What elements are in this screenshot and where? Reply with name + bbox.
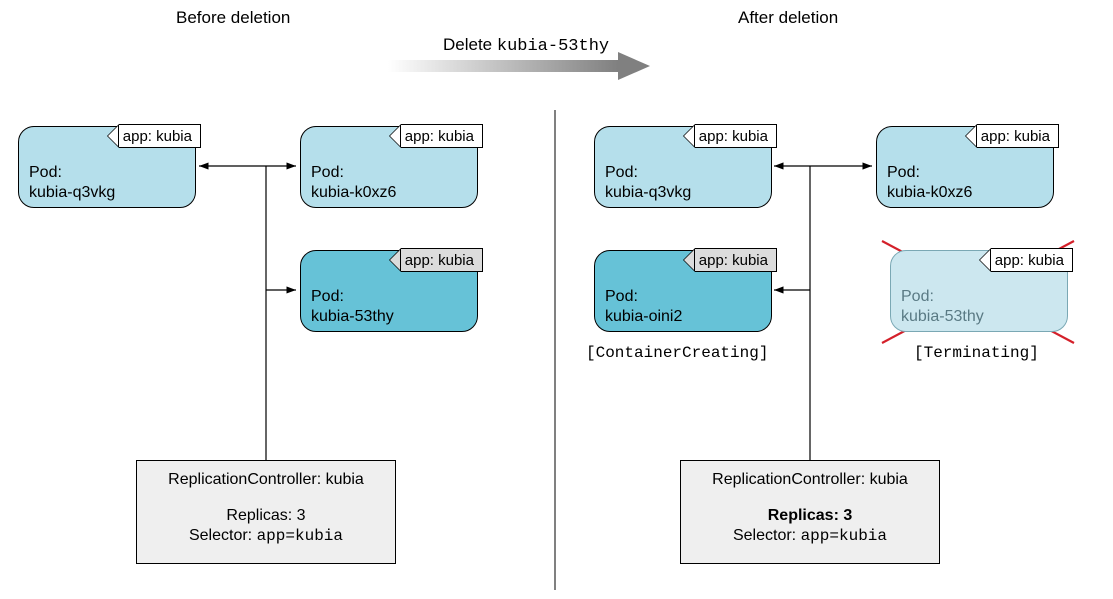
- pod-label-text: app: kubia: [977, 124, 1059, 148]
- pod-label-text: app: kubia: [695, 248, 777, 272]
- action-arrow: [388, 52, 650, 80]
- pod-before-q3vkg: app: kubia Pod: kubia-q3vkg: [18, 126, 196, 208]
- rc-before: ReplicationController: kubia Replicas: 3…: [136, 460, 396, 564]
- delete-pod-name: kubia-53thy: [497, 37, 609, 56]
- pod-label-text: app: kubia: [119, 124, 201, 148]
- title-after: After deletion: [738, 8, 838, 28]
- rc-replicas: Replicas: 3: [137, 507, 395, 525]
- pod-after-k0xz6: app: kubia Pod: kubia-k0xz6: [876, 126, 1054, 208]
- status-creating: [ContainerCreating]: [586, 344, 768, 362]
- pod-label-tag: app: kubia: [389, 248, 483, 272]
- pod-before-k0xz6: app: kubia Pod: kubia-k0xz6: [300, 126, 478, 208]
- pod-label-tag: app: kubia: [389, 124, 483, 148]
- pod-before-53thy: app: kubia Pod: kubia-53thy: [300, 250, 478, 332]
- pod-label-tag: app: kubia: [107, 124, 201, 148]
- left-connectors: [199, 166, 296, 460]
- status-terminating: [Terminating]: [914, 344, 1039, 362]
- pod-after-oini2: app: kubia Pod: kubia-oini2: [594, 250, 772, 332]
- rc-title: ReplicationController: kubia: [137, 471, 395, 489]
- pod-label-tag: app: kubia: [979, 248, 1073, 272]
- right-connectors: [774, 166, 872, 460]
- pod-label-tag: app: kubia: [965, 124, 1059, 148]
- rc-after: ReplicationController: kubia Replicas: 3…: [680, 460, 940, 564]
- pod-label-tag: app: kubia: [683, 248, 777, 272]
- pod-label-text: app: kubia: [401, 248, 483, 272]
- rc-replicas: Replicas: 3: [681, 507, 939, 525]
- rc-selector: Selector: app=kubia: [137, 527, 395, 545]
- delete-action-label: Delete kubia-53thy: [443, 35, 609, 56]
- pod-label-text: app: kubia: [401, 124, 483, 148]
- delete-prefix: Delete: [443, 35, 497, 54]
- rc-title: ReplicationController: kubia: [681, 471, 939, 489]
- pod-label-text: app: kubia: [991, 248, 1073, 272]
- title-before: Before deletion: [176, 8, 290, 28]
- pod-label-tag: app: kubia: [683, 124, 777, 148]
- pod-label-text: app: kubia: [695, 124, 777, 148]
- pod-after-q3vkg: app: kubia Pod: kubia-q3vkg: [594, 126, 772, 208]
- pod-after-53thy-terminating: app: kubia Pod: kubia-53thy: [890, 250, 1068, 332]
- rc-selector: Selector: app=kubia: [681, 527, 939, 545]
